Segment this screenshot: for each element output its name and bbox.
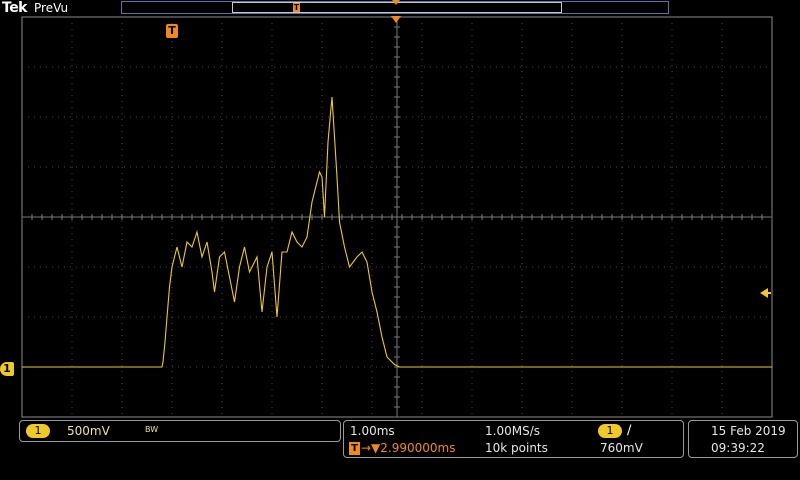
channel-badge: 1: [26, 424, 50, 438]
trigger-delay: →▼2.990000ms: [361, 441, 456, 455]
datetime-panel[interactable]: 15 Feb 2019 09:39:22: [688, 420, 798, 458]
vertical-scale: 500mV: [67, 424, 110, 438]
trigger-position-arrow-icon[interactable]: [391, 16, 401, 23]
acquisition-panel[interactable]: 1.00ms 1.00MS/s 1 ∕ T →▼2.990000ms 10k p…: [343, 420, 684, 458]
channel-1-ground-marker[interactable]: 1: [0, 362, 14, 376]
graticule: [21, 16, 773, 418]
trigger-level: 760mV: [600, 441, 643, 455]
trigger-slope-icon: ∕: [627, 423, 632, 438]
trigger-marker-icon[interactable]: T: [166, 24, 178, 38]
trigger-delay-icon: T: [349, 442, 360, 455]
trigger-source-badge: 1: [598, 424, 622, 438]
trigger-level-arrow-tail: [766, 292, 771, 294]
channel-panel[interactable]: 1 500mV BW: [19, 420, 341, 442]
sample-rate: 1.00MS/s: [485, 424, 540, 438]
record-length: 10k points: [485, 441, 548, 455]
time-display: 09:39:22: [711, 441, 765, 455]
bandwidth-limit-badge: BW: [145, 425, 159, 434]
waveform-display[interactable]: [0, 0, 800, 420]
date-display: 15 Feb 2019: [711, 424, 786, 438]
horizontal-scale: 1.00ms: [350, 424, 395, 438]
